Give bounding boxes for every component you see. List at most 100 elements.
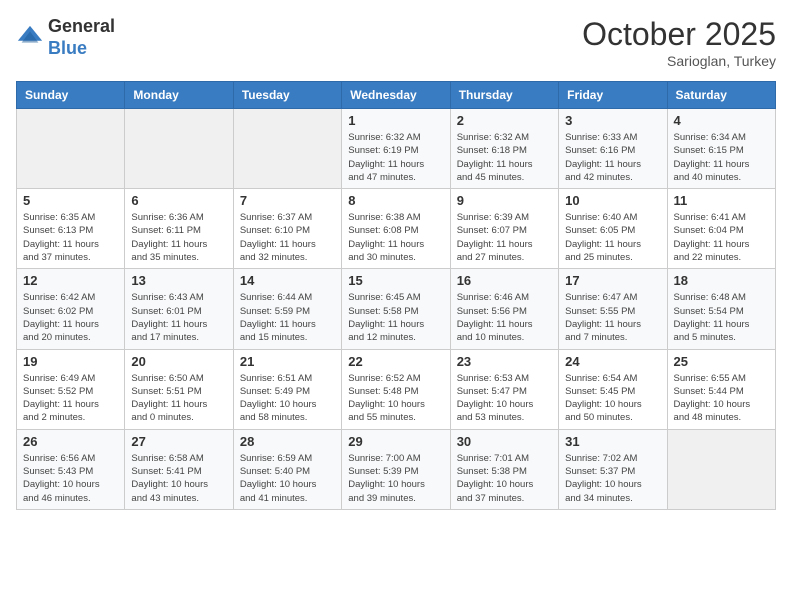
day-info: Sunrise: 6:45 AM Sunset: 5:58 PM Dayligh…: [348, 291, 443, 344]
calendar-cell: 15 Sunrise: 6:45 AM Sunset: 5:58 PM Dayli…: [342, 269, 450, 349]
day-number: 4: [674, 113, 769, 128]
day-info: Sunrise: 6:58 AM Sunset: 5:41 PM Dayligh…: [131, 452, 226, 505]
day-number: 15: [348, 273, 443, 288]
day-number: 3: [565, 113, 660, 128]
calendar-cell: 4 Sunrise: 6:34 AM Sunset: 6:15 PM Daylig…: [667, 109, 775, 189]
calendar-cell: 18 Sunrise: 6:48 AM Sunset: 5:54 PM Dayli…: [667, 269, 775, 349]
calendar-cell: 5 Sunrise: 6:35 AM Sunset: 6:13 PM Daylig…: [17, 189, 125, 269]
day-info: Sunrise: 7:00 AM Sunset: 5:39 PM Dayligh…: [348, 452, 443, 505]
calendar-cell: 16Sunrise: 6:46 AM Sunset: 5:56 PM Dayli…: [450, 269, 558, 349]
calendar-week-5: 26 Sunrise: 6:56 AM Sunset: 5:43 PM Dayli…: [17, 429, 776, 509]
day-number: 21: [240, 354, 335, 369]
calendar-week-1: 1Sunrise: 6:32 AM Sunset: 6:19 PM Daylig…: [17, 109, 776, 189]
day-info: Sunrise: 6:40 AM Sunset: 6:05 PM Dayligh…: [565, 211, 660, 264]
day-number: 24: [565, 354, 660, 369]
day-number: 25: [674, 354, 769, 369]
calendar-cell: [125, 109, 233, 189]
day-info: Sunrise: 6:41 AM Sunset: 6:04 PM Dayligh…: [674, 211, 769, 264]
day-number: 19: [23, 354, 118, 369]
day-info: Sunrise: 7:01 AM Sunset: 5:38 PM Dayligh…: [457, 452, 552, 505]
calendar-cell: 9Sunrise: 6:39 AM Sunset: 6:07 PM Daylig…: [450, 189, 558, 269]
day-info: Sunrise: 6:59 AM Sunset: 5:40 PM Dayligh…: [240, 452, 335, 505]
day-number: 17: [565, 273, 660, 288]
day-number: 9: [457, 193, 552, 208]
calendar-cell: 12Sunrise: 6:42 AM Sunset: 6:02 PM Dayli…: [17, 269, 125, 349]
calendar-cell: 22Sunrise: 6:52 AM Sunset: 5:48 PM Dayli…: [342, 349, 450, 429]
title-area: October 2025 Sarioglan, Turkey: [582, 16, 776, 69]
day-number: 20: [131, 354, 226, 369]
header-tuesday: Tuesday: [233, 82, 341, 109]
day-number: 18: [674, 273, 769, 288]
calendar-cell: 6 Sunrise: 6:36 AM Sunset: 6:11 PM Daylig…: [125, 189, 233, 269]
day-info: Sunrise: 6:33 AM Sunset: 6:16 PM Dayligh…: [565, 131, 660, 184]
calendar-cell: 8Sunrise: 6:38 AM Sunset: 6:08 PM Daylig…: [342, 189, 450, 269]
header-monday: Monday: [125, 82, 233, 109]
calendar-cell: 30Sunrise: 7:01 AM Sunset: 5:38 PM Dayli…: [450, 429, 558, 509]
calendar-cell: 19 Sunrise: 6:49 AM Sunset: 5:52 PM Dayli…: [17, 349, 125, 429]
logo-text: General Blue: [48, 16, 115, 59]
calendar-cell: [233, 109, 341, 189]
day-info: Sunrise: 7:02 AM Sunset: 5:37 PM Dayligh…: [565, 452, 660, 505]
day-number: 7: [240, 193, 335, 208]
header-wednesday: Wednesday: [342, 82, 450, 109]
calendar-cell: 17 Sunrise: 6:47 AM Sunset: 5:55 PM Dayli…: [559, 269, 667, 349]
calendar-cell: 1Sunrise: 6:32 AM Sunset: 6:19 PM Daylig…: [342, 109, 450, 189]
calendar-cell: 31 Sunrise: 7:02 AM Sunset: 5:37 PM Dayli…: [559, 429, 667, 509]
calendar-cell: 21 Sunrise: 6:51 AM Sunset: 5:49 PM Dayli…: [233, 349, 341, 429]
day-number: 28: [240, 434, 335, 449]
calendar-cell: 29Sunrise: 7:00 AM Sunset: 5:39 PM Dayli…: [342, 429, 450, 509]
month-title: October 2025: [582, 16, 776, 53]
calendar-cell: 27 Sunrise: 6:58 AM Sunset: 5:41 PM Dayli…: [125, 429, 233, 509]
day-number: 12: [23, 273, 118, 288]
day-info: Sunrise: 6:48 AM Sunset: 5:54 PM Dayligh…: [674, 291, 769, 344]
logo-icon: [16, 24, 44, 52]
calendar-cell: 3 Sunrise: 6:33 AM Sunset: 6:16 PM Daylig…: [559, 109, 667, 189]
calendar-table: Sunday Monday Tuesday Wednesday Thursday…: [16, 81, 776, 510]
day-number: 5: [23, 193, 118, 208]
day-number: 22: [348, 354, 443, 369]
calendar-cell: 23 Sunrise: 6:53 AM Sunset: 5:47 PM Dayli…: [450, 349, 558, 429]
day-number: 1: [348, 113, 443, 128]
calendar-cell: 25Sunrise: 6:55 AM Sunset: 5:44 PM Dayli…: [667, 349, 775, 429]
day-number: 14: [240, 273, 335, 288]
calendar-cell: 11 Sunrise: 6:41 AM Sunset: 6:04 PM Dayli…: [667, 189, 775, 269]
day-number: 31: [565, 434, 660, 449]
day-info: Sunrise: 6:51 AM Sunset: 5:49 PM Dayligh…: [240, 372, 335, 425]
calendar-week-3: 12Sunrise: 6:42 AM Sunset: 6:02 PM Dayli…: [17, 269, 776, 349]
day-number: 26: [23, 434, 118, 449]
day-number: 23: [457, 354, 552, 369]
calendar-week-4: 19 Sunrise: 6:49 AM Sunset: 5:52 PM Dayli…: [17, 349, 776, 429]
day-number: 13: [131, 273, 226, 288]
day-number: 2: [457, 113, 552, 128]
day-info: Sunrise: 6:32 AM Sunset: 6:18 PM Dayligh…: [457, 131, 552, 184]
day-info: Sunrise: 6:35 AM Sunset: 6:13 PM Dayligh…: [23, 211, 118, 264]
calendar-cell: 13 Sunrise: 6:43 AM Sunset: 6:01 PM Dayli…: [125, 269, 233, 349]
header-sunday: Sunday: [17, 82, 125, 109]
day-number: 6: [131, 193, 226, 208]
logo: General Blue: [16, 16, 115, 59]
header-saturday: Saturday: [667, 82, 775, 109]
day-info: Sunrise: 6:34 AM Sunset: 6:15 PM Dayligh…: [674, 131, 769, 184]
calendar-cell: [667, 429, 775, 509]
day-number: 10: [565, 193, 660, 208]
calendar-cell: 14 Sunrise: 6:44 AM Sunset: 5:59 PM Dayli…: [233, 269, 341, 349]
day-info: Sunrise: 6:36 AM Sunset: 6:11 PM Dayligh…: [131, 211, 226, 264]
calendar-header: Sunday Monday Tuesday Wednesday Thursday…: [17, 82, 776, 109]
day-info: Sunrise: 6:49 AM Sunset: 5:52 PM Dayligh…: [23, 372, 118, 425]
calendar-cell: 7Sunrise: 6:37 AM Sunset: 6:10 PM Daylig…: [233, 189, 341, 269]
day-number: 27: [131, 434, 226, 449]
day-info: Sunrise: 6:47 AM Sunset: 5:55 PM Dayligh…: [565, 291, 660, 344]
day-info: Sunrise: 6:44 AM Sunset: 5:59 PM Dayligh…: [240, 291, 335, 344]
day-info: Sunrise: 6:53 AM Sunset: 5:47 PM Dayligh…: [457, 372, 552, 425]
calendar-cell: 20 Sunrise: 6:50 AM Sunset: 5:51 PM Dayli…: [125, 349, 233, 429]
day-info: Sunrise: 6:43 AM Sunset: 6:01 PM Dayligh…: [131, 291, 226, 344]
location-subtitle: Sarioglan, Turkey: [582, 53, 776, 69]
day-info: Sunrise: 6:56 AM Sunset: 5:43 PM Dayligh…: [23, 452, 118, 505]
page-header: General Blue October 2025 Sarioglan, Tur…: [16, 16, 776, 69]
day-number: 16: [457, 273, 552, 288]
calendar-cell: 10 Sunrise: 6:40 AM Sunset: 6:05 PM Dayli…: [559, 189, 667, 269]
day-info: Sunrise: 6:38 AM Sunset: 6:08 PM Dayligh…: [348, 211, 443, 264]
day-number: 11: [674, 193, 769, 208]
header-thursday: Thursday: [450, 82, 558, 109]
day-info: Sunrise: 6:50 AM Sunset: 5:51 PM Dayligh…: [131, 372, 226, 425]
